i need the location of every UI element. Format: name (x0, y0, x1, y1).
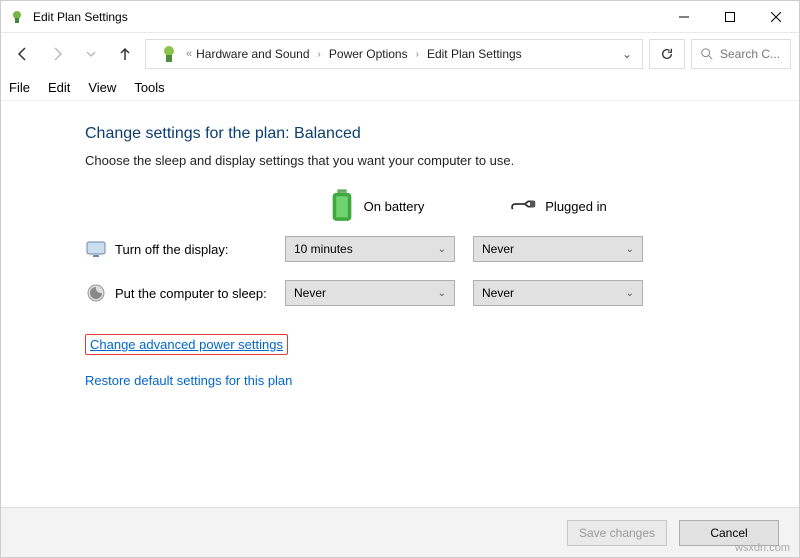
menubar: File Edit View Tools (1, 75, 799, 101)
menu-edit[interactable]: Edit (48, 80, 70, 95)
refresh-button[interactable] (649, 39, 685, 69)
page-title: Change settings for the plan: Balanced (85, 125, 735, 143)
search-icon (700, 47, 714, 61)
recent-locations-button[interactable] (77, 40, 105, 68)
breadcrumb-item[interactable]: Edit Plan Settings (427, 47, 522, 61)
row-sleep: Put the computer to sleep: Never ⌄ Never… (85, 280, 735, 306)
save-button[interactable]: Save changes (567, 520, 667, 546)
breadcrumb-item[interactable]: Hardware and Sound (196, 47, 309, 61)
advanced-power-settings-link[interactable]: Change advanced power settings (85, 334, 288, 355)
monitor-icon (85, 238, 107, 260)
chevron-down-icon: ⌄ (438, 244, 446, 255)
chevron-down-icon[interactable]: ⌄ (622, 47, 632, 61)
close-button[interactable] (753, 1, 799, 33)
sleep-battery-value: Never (294, 286, 326, 300)
header-on-battery: On battery (285, 192, 467, 220)
chevron-right-icon: › (416, 49, 419, 60)
sleep-plugged-select[interactable]: Never ⌄ (473, 280, 643, 306)
sleep-plugged-value: Never (482, 286, 514, 300)
battery-icon (328, 192, 356, 220)
maximize-button[interactable] (707, 1, 753, 33)
page-subtext: Choose the sleep and display settings th… (85, 153, 735, 168)
menu-view[interactable]: View (88, 80, 116, 95)
display-battery-value: 10 minutes (294, 242, 353, 256)
minimize-button[interactable] (661, 1, 707, 33)
column-headers: On battery Plugged in (85, 192, 735, 220)
display-plugged-value: Never (482, 242, 514, 256)
chevron-right-icon: › (318, 49, 321, 60)
sleep-battery-select[interactable]: Never ⌄ (285, 280, 455, 306)
chevron-down-icon: ⌄ (438, 288, 446, 299)
back-button[interactable] (9, 40, 37, 68)
chevron-left-icon: « (186, 48, 192, 60)
header-plugged-in-label: Plugged in (545, 199, 606, 214)
row-sleep-label: Put the computer to sleep: (115, 286, 285, 301)
nav-row: « Hardware and Sound › Power Options › E… (1, 33, 799, 75)
breadcrumb-item[interactable]: Power Options (329, 47, 408, 61)
titlebar: Edit Plan Settings (1, 1, 799, 33)
menu-tools[interactable]: Tools (134, 80, 164, 95)
watermark: wsxdn.com (735, 542, 790, 554)
window-title: Edit Plan Settings (33, 10, 128, 24)
search-placeholder: Search C... (720, 47, 780, 61)
breadcrumb[interactable]: « Hardware and Sound › Power Options › E… (145, 39, 643, 69)
app-icon (9, 9, 25, 25)
window: Edit Plan Settings « Hardware and Sound … (0, 0, 800, 558)
chevron-down-icon: ⌄ (626, 244, 634, 255)
header-on-battery-label: On battery (364, 199, 425, 214)
chevron-down-icon: ⌄ (626, 288, 634, 299)
content-area: Change settings for the plan: Balanced C… (1, 101, 799, 507)
up-button[interactable] (111, 40, 139, 68)
row-turn-off-display: Turn off the display: 10 minutes ⌄ Never… (85, 236, 735, 262)
plug-icon (509, 192, 537, 220)
power-options-icon (158, 43, 180, 65)
display-battery-select[interactable]: 10 minutes ⌄ (285, 236, 455, 262)
moon-icon (85, 282, 107, 304)
row-turn-off-display-label: Turn off the display: (115, 242, 285, 257)
forward-button[interactable] (43, 40, 71, 68)
bottom-bar: Save changes Cancel (1, 507, 799, 557)
menu-file[interactable]: File (9, 80, 30, 95)
display-plugged-select[interactable]: Never ⌄ (473, 236, 643, 262)
restore-defaults-link[interactable]: Restore default settings for this plan (85, 373, 735, 388)
header-plugged-in: Plugged in (467, 192, 649, 220)
search-input[interactable]: Search C... (691, 39, 791, 69)
